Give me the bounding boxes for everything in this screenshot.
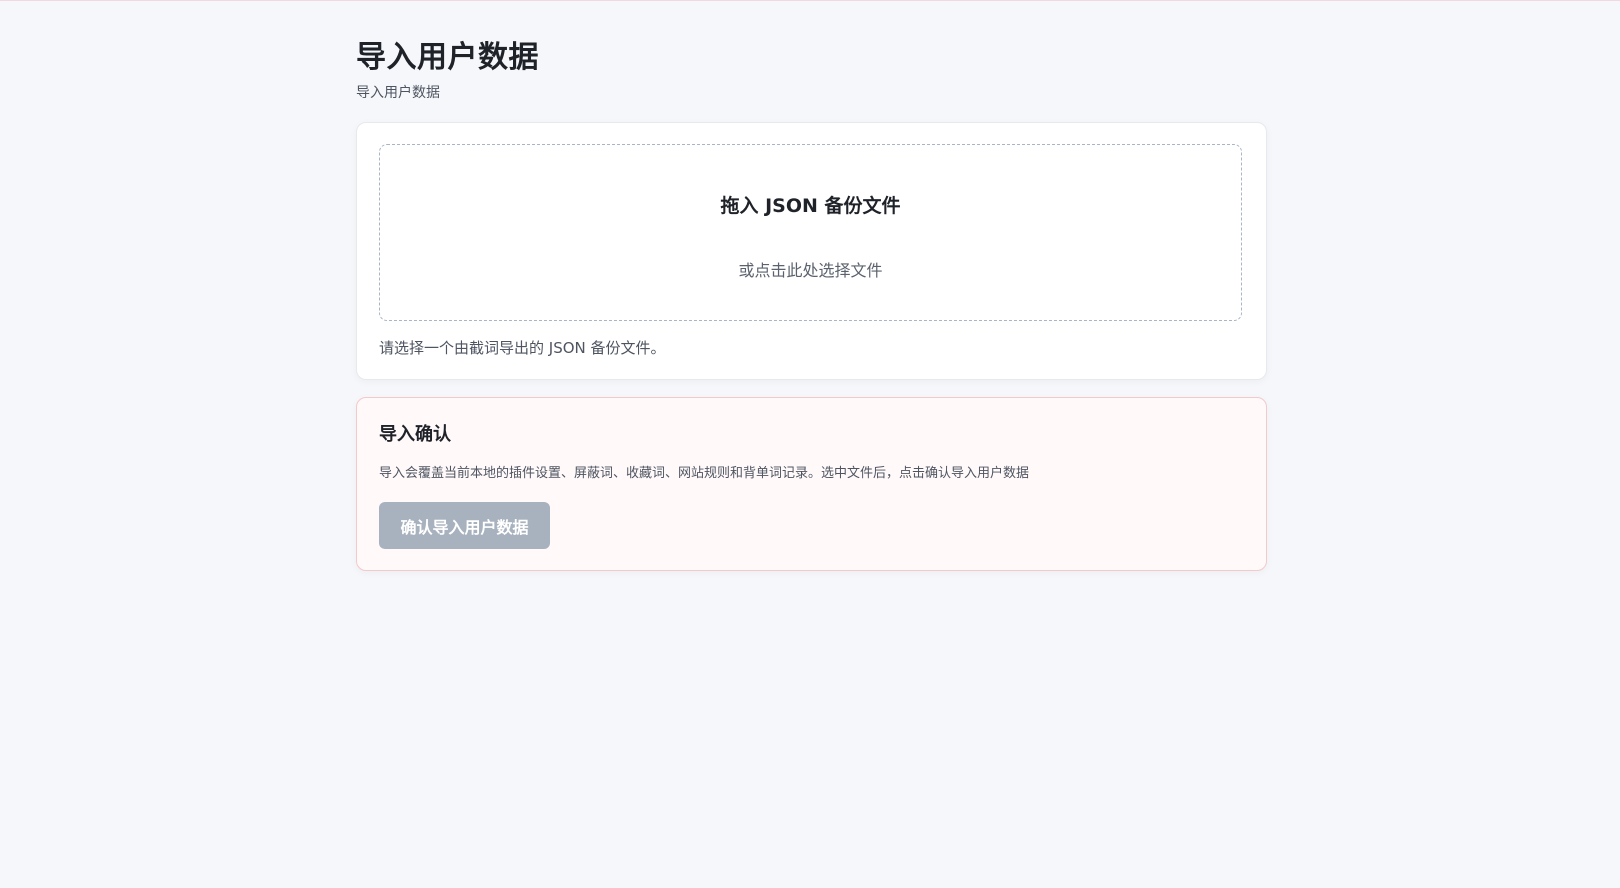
dropzone-title: 拖入 JSON 备份文件	[720, 195, 901, 217]
top-border-line	[0, 0, 1620, 1]
import-confirm-card: 导入确认 导入会覆盖当前本地的插件设置、屏蔽词、收藏词、网站规则和背单词记录。选…	[356, 397, 1267, 571]
page-title: 导入用户数据	[356, 40, 539, 75]
dropzone-subtitle: 或点击此处选择文件	[738, 261, 883, 280]
page-subtitle: 导入用户数据	[356, 85, 440, 101]
upload-card: 拖入 JSON 备份文件 或点击此处选择文件 请选择一个由截词导出的 JSON …	[356, 122, 1267, 380]
file-dropzone[interactable]: 拖入 JSON 备份文件 或点击此处选择文件	[379, 144, 1242, 321]
confirm-description: 导入会覆盖当前本地的插件设置、屏蔽词、收藏词、网站规则和背单词记录。选中文件后，…	[379, 466, 1030, 481]
confirm-title: 导入确认	[379, 424, 451, 445]
upload-hint: 请选择一个由截词导出的 JSON 备份文件。	[379, 339, 666, 357]
confirm-import-button[interactable]: 确认导入用户数据	[379, 502, 550, 549]
